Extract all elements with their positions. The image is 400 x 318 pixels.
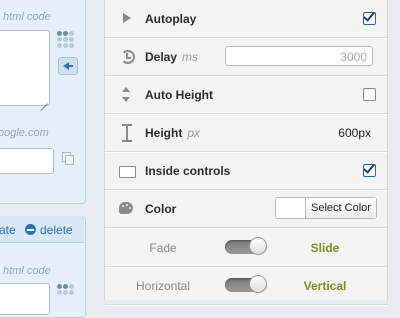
delay-input[interactable]: 3000 [225,46,373,66]
toggle-knob[interactable] [249,275,267,293]
direction-toggle[interactable] [225,275,267,293]
select-color-button[interactable]: Select Color [306,198,376,218]
html-code-hint: html code [3,11,51,23]
fade-label: Fade [149,241,177,255]
delete-icon[interactable] [25,224,36,235]
palette-icon [119,201,135,217]
update-link[interactable]: ate [0,223,16,237]
setting-auto-height: Auto Height [105,76,387,114]
auto-height-label: Auto Height [145,88,213,102]
left-panel: html code oogle.com ate delete html code [0,0,100,318]
height-label: Height [145,126,183,140]
setting-autoplay: Autoplay [105,0,387,38]
delay-label-group: Delay ms [145,50,198,64]
delay-label: Delay [145,50,178,64]
setting-effect: Fade Slide [105,229,387,267]
vertical-label: Vertical [303,279,347,293]
play-icon [119,11,135,27]
insert-arrow-button[interactable] [58,57,78,75]
height-label-group: Height px [145,126,200,140]
html-code-textarea-2[interactable] [0,283,50,315]
settings-panel: Autoplay Delay ms 3000 Auto Height Height… [104,0,388,305]
effect-toggle[interactable] [225,237,267,255]
slide-label: Slide [310,241,340,255]
url-input[interactable] [0,148,54,174]
vertical-arrow-icon [119,124,135,142]
height-unit: px [187,126,201,140]
delay-unit: ms [182,50,199,64]
setting-height: Height px 600px [105,114,387,152]
url-hint: oogle.com [0,127,49,139]
setting-color: Color Select Color [105,190,387,228]
copy-icon[interactable] [62,152,74,165]
setting-inside-controls: Inside controls [105,152,387,190]
html-code-textarea[interactable] [0,30,50,106]
clock-icon [119,49,135,65]
grid-dots-icon[interactable] [57,31,79,53]
html-code-hint-2: html code [3,265,51,277]
height-value[interactable]: 600px [338,126,371,140]
delete-link[interactable]: delete [40,223,73,237]
resize-handle-icon[interactable] [40,96,48,104]
auto-height-checkbox[interactable] [363,88,376,101]
setting-direction: Horizontal Vertical [105,267,387,305]
grid-dots-icon-2[interactable] [57,284,79,306]
color-swatch[interactable] [276,198,306,218]
color-picker[interactable]: Select Color [275,197,377,219]
autoplay-checkbox[interactable] [363,12,376,25]
setting-delay: Delay ms 3000 [105,38,387,76]
inside-controls-label: Inside controls [145,164,231,178]
updown-icon [119,87,135,103]
rectangle-icon [119,163,136,179]
autoplay-label: Autoplay [145,12,197,26]
color-label: Color [145,202,177,216]
inside-controls-checkbox[interactable] [363,164,376,177]
toggle-knob[interactable] [249,237,267,255]
horizontal-label: Horizontal [135,279,191,293]
